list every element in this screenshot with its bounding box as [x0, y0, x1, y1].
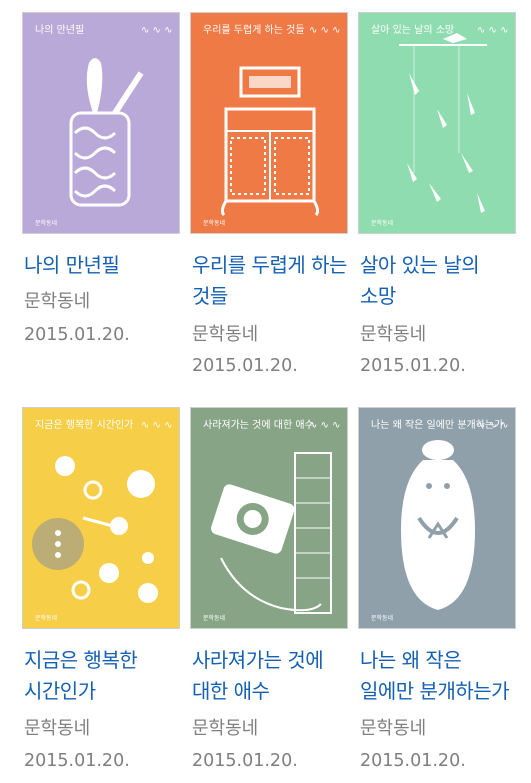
- book-publisher: 문학동네: [360, 324, 427, 345]
- cover-art-clocks: 지금은 행복한 시간인가 ∿ ∿ ∿ 문학동네: [35, 419, 173, 622]
- cover-author-mark: ∿ ∿ ∿: [309, 420, 341, 431]
- svg-text:문학동네: 문학동네: [203, 219, 225, 227]
- cover-art-cabinet: 우리를 두렵게 하는 것들 ∿ ∿ ∿ 문학동네: [203, 23, 341, 227]
- book-cover-3[interactable]: 지금은 행복한 시간인가 ∿ ∿ ∿ 문학동네: [22, 407, 180, 629]
- cover-art-birds: 살아 있는 날의 소망 ∿ ∿ ∿ 문학동네: [371, 24, 509, 227]
- book-date: 2015.01.20.: [24, 751, 130, 771]
- book-publisher: 문학동네: [192, 324, 259, 345]
- book-title[interactable]: 나는 왜 작은 일에만 분개하는가: [360, 645, 520, 707]
- cover-title-text: 우리를 두렵게 하는 것들: [203, 23, 305, 36]
- book-date: 2015.01.20.: [360, 356, 466, 376]
- more-vertical-icon-dot: [55, 552, 61, 558]
- cover-author-mark: ∿ ∿ ∿: [477, 25, 509, 36]
- more-vertical-icon: [55, 530, 61, 536]
- book-cover-4[interactable]: 사라져가는 것에 대한 애수 ∿ ∿ ∿ 문학동네: [190, 407, 348, 629]
- book-title[interactable]: 나의 만년필: [24, 250, 184, 281]
- book-title[interactable]: 우리를 두렵게 하는 것들: [192, 250, 352, 312]
- book-date: 2015.01.20.: [192, 751, 298, 771]
- svg-text:문학동네: 문학동네: [35, 614, 57, 622]
- book-date: 2015.01.20.: [360, 751, 466, 771]
- cover-title-text: 사라져가는 것에 대한 애수: [203, 419, 314, 431]
- cover-author-mark: ∿ ∿ ∿: [141, 25, 173, 36]
- cover-title-text: 살아 있는 날의 소망: [371, 24, 454, 36]
- book-cover-0[interactable]: 나의 만년필 ∿ ∿ ∿ 문학동네: [22, 12, 180, 234]
- book-publisher: 문학동네: [24, 291, 91, 312]
- cover-author-mark: ∿ ∿ ∿: [309, 25, 341, 36]
- cover-title-text: 나의 만년필: [35, 24, 84, 36]
- cover-title-text: 지금은 행복한 시간인가: [35, 419, 133, 431]
- floating-more-button[interactable]: [32, 518, 84, 570]
- book-title[interactable]: 사라져가는 것에 대한 애수: [192, 645, 352, 707]
- svg-text:문학동네: 문학동네: [371, 614, 393, 622]
- book-title[interactable]: 살아 있는 날의 소망: [360, 250, 520, 312]
- book-cover-2[interactable]: 살아 있는 날의 소망 ∿ ∿ ∿ 문학동네: [358, 12, 516, 234]
- cover-art-pen-cup: 나의 만년필 ∿ ∿ ∿ 문학동네: [35, 24, 173, 227]
- book-cover-5[interactable]: 나는 왜 작은 일에만 분개하는가 ∿ ∿ ∿ 문학동네: [358, 407, 516, 629]
- book-date: 2015.01.20.: [24, 325, 130, 345]
- book-publisher: 문학동네: [192, 718, 259, 739]
- svg-text:문학동네: 문학동네: [203, 614, 225, 622]
- book-date: 2015.01.20.: [192, 356, 298, 376]
- svg-text:문학동네: 문학동네: [371, 219, 393, 227]
- book-publisher: 문학동네: [360, 718, 427, 739]
- cover-author-mark: ∿ ∿ ∿: [141, 420, 173, 431]
- book-title[interactable]: 지금은 행복한 시간인가: [24, 645, 184, 707]
- svg-text:문학동네: 문학동네: [35, 219, 57, 227]
- book-publisher: 문학동네: [24, 718, 91, 739]
- book-grid: 나의 만년필 ∿ ∿ ∿ 문학동네 나의 만년필 문학동네 2015.01.20…: [0, 0, 531, 783]
- book-cover-1[interactable]: 우리를 두렵게 하는 것들 ∿ ∿ ∿ 문학동네: [190, 12, 348, 234]
- cover-art-figure: 나는 왜 작은 일에만 분개하는가 ∿ ∿ ∿ 문학동네: [371, 418, 509, 622]
- more-vertical-icon-dot: [55, 541, 61, 547]
- cover-art-camera: 사라져가는 것에 대한 애수 ∿ ∿ ∿ 문학동네: [203, 419, 341, 622]
- cover-author-mark: ∿ ∿ ∿: [477, 420, 509, 431]
